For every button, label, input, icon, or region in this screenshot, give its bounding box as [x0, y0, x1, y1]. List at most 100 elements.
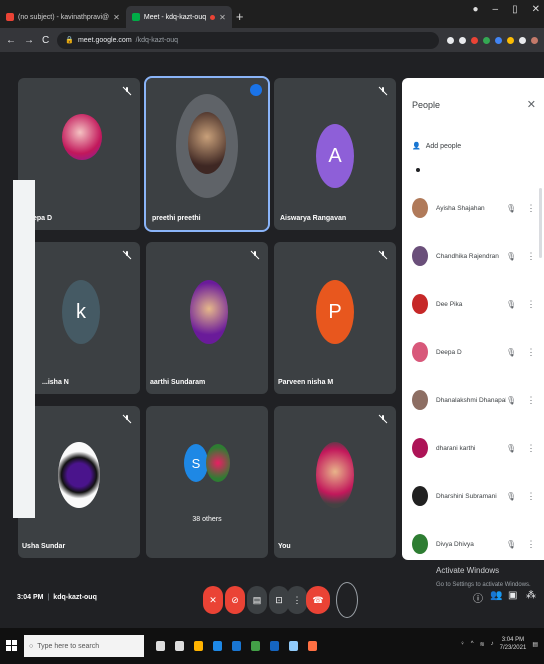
camera-icon[interactable]: [447, 36, 454, 44]
account-icon[interactable]: ●: [472, 4, 478, 15]
close-icon[interactable]: ✕: [113, 13, 120, 22]
extension-icon[interactable]: [495, 36, 502, 44]
avatar: [412, 486, 428, 506]
app-icon[interactable]: [289, 641, 298, 651]
more-options-button[interactable]: ⋮: [287, 586, 307, 614]
add-people-label: Add people: [425, 142, 462, 150]
mic-off-icon[interactable]: 🎙: [506, 252, 518, 261]
participant-name: ...isha N: [42, 379, 69, 386]
tab-gmail[interactable]: (no subject) - kavinathpravi@ ✕: [0, 6, 126, 28]
others-tile[interactable]: S 38 others: [146, 406, 268, 558]
avatar: [412, 246, 428, 266]
self-tile[interactable]: You: [274, 406, 396, 558]
mic-off-icon[interactable]: 🎙: [506, 396, 518, 405]
list-item[interactable]: Dee Pika 🎙 ⋮: [402, 280, 544, 328]
notifications-icon[interactable]: ▤: [532, 641, 538, 648]
participant-tile[interactable]: A Aiswarya Rangavan: [274, 78, 396, 230]
puzzle-icon[interactable]: [519, 36, 526, 44]
participant-tile[interactable]: preethi preethi: [144, 76, 270, 232]
more-options-icon[interactable]: ⋮: [526, 203, 536, 214]
mic-off-icon[interactable]: 🎙: [506, 348, 518, 357]
address-bar: ← → C 🔒 meet.google.com/kdq-kazt-ouq: [0, 28, 544, 52]
avatar: [412, 198, 428, 218]
participant-tile[interactable]: aarthi Sundaram: [146, 242, 268, 394]
word-icon[interactable]: [270, 641, 279, 651]
activities-icon[interactable]: ⁂: [526, 590, 536, 601]
more-options-icon[interactable]: ⋮: [526, 299, 536, 310]
list-item[interactable]: Deepa D 🎙 ⋮: [402, 328, 544, 376]
mic-icon[interactable]: [156, 641, 165, 651]
list-item[interactable]: Chandhika Rajendran 🎙 ⋮: [402, 232, 544, 280]
present-button[interactable]: ⊡: [269, 586, 289, 614]
participant-name: Deepa D: [436, 348, 462, 356]
back-icon[interactable]: ←: [6, 35, 16, 46]
more-options-icon[interactable]: ⋮: [526, 539, 536, 550]
chrome-icon[interactable]: [251, 641, 260, 651]
close-icon[interactable]: ✕: [527, 98, 536, 111]
close-window-button[interactable]: ✕: [532, 4, 540, 15]
star-icon[interactable]: [459, 36, 466, 44]
participant-name: Dee Pika: [436, 300, 463, 308]
mic-toggle-button[interactable]: ✕: [203, 586, 223, 614]
store-icon[interactable]: [213, 641, 222, 651]
leave-call-button[interactable]: ☎: [306, 586, 330, 614]
participant-tile[interactable]: P Parveen nisha M: [274, 242, 396, 394]
forward-icon[interactable]: →: [24, 35, 34, 46]
mic-off-icon[interactable]: 🎙: [506, 204, 518, 213]
avatar: [412, 390, 428, 410]
camera-off-icon: ⊘: [231, 594, 239, 605]
url-path: /kdq-kazt-ouq: [135, 36, 179, 44]
add-people-button[interactable]: 👤 Add people: [412, 142, 462, 151]
more-options-icon[interactable]: ⋮: [526, 443, 536, 454]
task-view-icon[interactable]: [175, 641, 184, 651]
participant-tile[interactable]: Usha Sundar: [18, 406, 140, 558]
profile-avatar[interactable]: [531, 36, 538, 44]
captions-button[interactable]: ▤: [247, 586, 267, 614]
list-item[interactable]: Ayisha Shajahan 🎙 ⋮: [402, 184, 544, 232]
chevron-up-icon[interactable]: ^: [471, 641, 474, 647]
extension-icon[interactable]: [483, 36, 490, 44]
list-item[interactable]: dharani karthi 🎙 ⋮: [402, 424, 544, 472]
mic-off-icon[interactable]: 🎙: [506, 492, 518, 501]
meeting-details: 3:04 PM | kdq-kazt-ouq: [17, 594, 97, 601]
participant-tile[interactable]: k ...isha N: [18, 242, 140, 394]
taskbar-search-input[interactable]: ○ Type here to search: [24, 635, 144, 657]
more-options-icon[interactable]: ⋮: [526, 395, 536, 406]
maximize-button[interactable]: ▯: [512, 4, 518, 15]
list-item[interactable]: Divya Dhivya 🎙 ⋮: [402, 520, 544, 568]
close-icon[interactable]: ✕: [219, 13, 226, 22]
taskbar-clock[interactable]: 3:04 PM 7/23/2021: [500, 636, 527, 652]
network-icon[interactable]: ≋: [480, 641, 485, 648]
windows-start-button[interactable]: [0, 640, 24, 652]
extension-icon[interactable]: [471, 36, 478, 44]
person-add-icon: 👤: [412, 143, 421, 150]
extension-icon[interactable]: [507, 36, 514, 44]
more-options-icon[interactable]: ⋮: [526, 251, 536, 262]
participant-tile[interactable]: Deepa D: [18, 78, 140, 230]
people-icon[interactable]: 👥: [490, 590, 502, 601]
file-explorer-icon[interactable]: [194, 641, 203, 651]
new-tab-button[interactable]: +: [236, 6, 244, 28]
mic-off-icon[interactable]: 🎙: [506, 300, 518, 309]
camera-toggle-button[interactable]: ⊘: [225, 586, 245, 614]
reaction-button[interactable]: [336, 582, 358, 618]
reload-icon[interactable]: C: [42, 35, 49, 46]
tab-meet[interactable]: Meet - kdq-kazt-ouq ✕: [125, 6, 232, 28]
volume-icon[interactable]: ♪: [491, 641, 494, 647]
info-icon[interactable]: ⓘ: [473, 590, 483, 605]
url-input[interactable]: 🔒 meet.google.com/kdq-kazt-ouq: [57, 31, 439, 49]
list-item[interactable]: Dhanalakshmi Dhanapal 🎙 ⋮: [402, 376, 544, 424]
minimize-button[interactable]: –: [493, 4, 499, 15]
mic-off-icon[interactable]: 🎙: [506, 540, 518, 549]
app-icon[interactable]: [308, 641, 317, 651]
more-options-icon[interactable]: ⋮: [526, 347, 536, 358]
mic-off-icon[interactable]: 🎙: [506, 444, 518, 453]
chat-icon[interactable]: ▣: [508, 590, 517, 601]
tab-label: (no subject) - kavinathpravi@: [18, 13, 110, 21]
people-panel: People ✕ 👤 Add people Ayisha Shajahan 🎙 …: [402, 78, 544, 560]
list-item[interactable]: Dharshini Subramani 🎙 ⋮: [402, 472, 544, 520]
more-options-icon[interactable]: ⋮: [526, 491, 536, 502]
people-icon[interactable]: ♀: [460, 641, 465, 647]
tab-label: Meet - kdq-kazt-ouq: [143, 13, 207, 21]
mail-icon[interactable]: [232, 641, 241, 651]
